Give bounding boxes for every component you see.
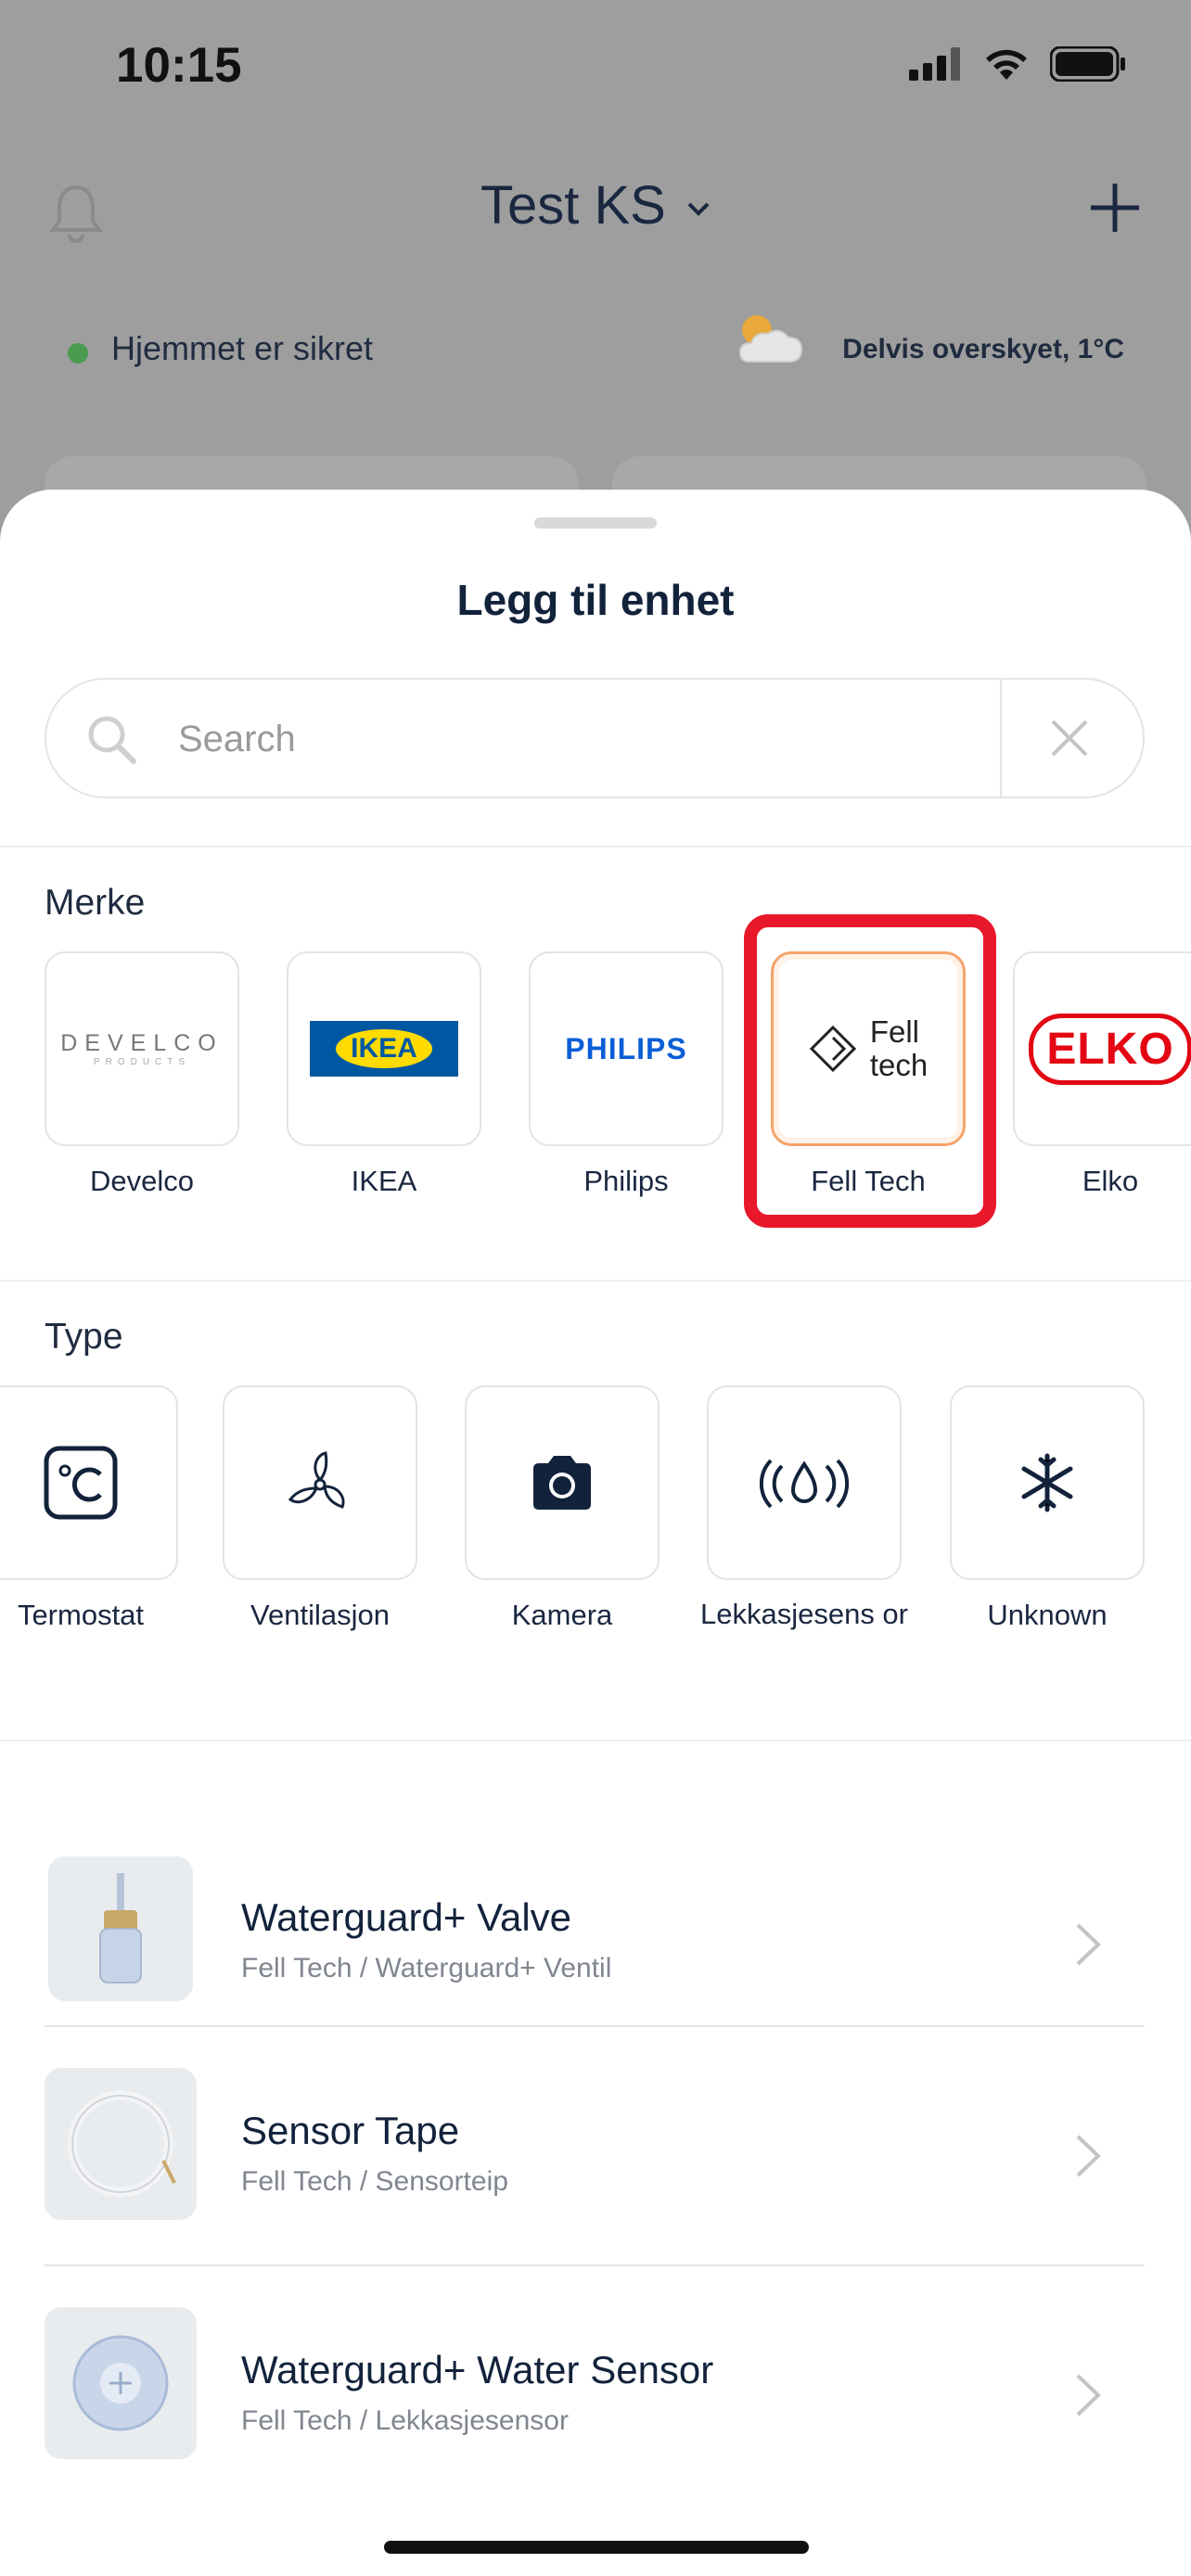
type-label-ventilasjon: Ventilasjon xyxy=(250,1599,390,1631)
add-device-sheet: Legg til enhet Merke DEVELCO PRODUCTS De… xyxy=(0,490,1191,2576)
ikea-logo: IKEA xyxy=(310,1021,458,1077)
weather-text: Delvis overskyet, 1°C xyxy=(842,334,1124,364)
status-dot xyxy=(68,343,88,363)
status-time: 10:15 xyxy=(116,38,242,93)
divider xyxy=(0,1740,1191,1741)
valve-image xyxy=(99,1873,142,1983)
brand-label-ikea: IKEA xyxy=(351,1165,417,1197)
type-tile-termostat[interactable] xyxy=(0,1385,178,1580)
type-label-termostat: Termostat xyxy=(17,1599,145,1631)
elko-logo: ELKO xyxy=(1029,1013,1191,1085)
water-sensor-image xyxy=(72,2335,169,2431)
type-label-lekkasjesensor: Lekkasjesens or xyxy=(699,1598,908,1630)
status-icons xyxy=(909,46,1126,82)
brand-list: DEVELCO PRODUCTS Develco IKEA IKEA PHILI… xyxy=(0,490,1191,1231)
thermostat-icon xyxy=(44,1446,118,1520)
signal-icon xyxy=(909,47,960,81)
type-label-kamera: Kamera xyxy=(511,1599,613,1631)
chevron-down-icon xyxy=(687,202,710,216)
brand-tile-ikea[interactable]: IKEA xyxy=(287,951,481,1146)
home-status: Hjemmet er sikret xyxy=(111,329,374,367)
home-name: Test KS xyxy=(480,175,666,236)
brand-label-philips: Philips xyxy=(583,1165,669,1197)
battery-icon xyxy=(1050,46,1125,82)
type-tile-kamera[interactable] xyxy=(465,1385,660,1580)
wifi-icon xyxy=(986,49,1027,80)
type-tile-unknown[interactable] xyxy=(950,1385,1145,1580)
add-icon[interactable] xyxy=(1087,180,1143,236)
brand-tile-develco[interactable]: DEVELCO PRODUCTS xyxy=(45,951,239,1146)
product-thumbnail xyxy=(45,2307,197,2459)
brand-tile-elko[interactable]: ELKO xyxy=(1013,951,1191,1146)
selection-highlight xyxy=(744,914,996,1228)
product-subtitle: Fell Tech / Lekkasjesensor xyxy=(241,2405,569,2436)
list-item[interactable]: Waterguard+ Valve Fell Tech / Waterguard… xyxy=(0,1816,1191,2053)
list-item[interactable]: Waterguard+ Water Sensor Fell Tech / Lek… xyxy=(0,2268,1191,2506)
home-indicator xyxy=(384,2541,809,2554)
product-thumbnail xyxy=(48,1856,193,2001)
sensor-tape-image xyxy=(68,2091,176,2197)
product-name: Waterguard+ Water Sensor xyxy=(241,2348,714,2391)
snowflake-icon xyxy=(1021,1453,1073,1512)
type-tile-ventilasjon[interactable] xyxy=(223,1385,417,1580)
develco-logo: DEVELCO PRODUCTS xyxy=(60,1030,223,1067)
product-thumbnail xyxy=(45,2068,197,2220)
brand-label-develco: Develco xyxy=(90,1165,194,1197)
chevron-right-icon xyxy=(1076,2135,1101,2177)
home-selector[interactable]: Test KS xyxy=(0,174,1191,236)
develco-logo-text: DEVELCO xyxy=(60,1030,224,1056)
develco-logo-sub: PRODUCTS xyxy=(93,1057,191,1067)
leak-sensor-icon xyxy=(760,1459,849,1509)
chevron-right-icon xyxy=(1076,2374,1101,2417)
partly-cloudy-icon xyxy=(738,315,803,363)
ikea-logo-text: IKEA xyxy=(336,1029,432,1068)
type-label-unknown: Unknown xyxy=(987,1599,1108,1631)
product-name: Sensor Tape xyxy=(241,2109,460,2152)
brand-tile-philips[interactable]: PHILIPS xyxy=(529,951,724,1146)
list-item[interactable]: Sensor Tape Fell Tech / Sensorteip xyxy=(0,2029,1191,2266)
chevron-right-icon xyxy=(1076,1923,1101,1966)
type-tile-lekkasjesensor[interactable] xyxy=(707,1385,902,1580)
list-divider xyxy=(45,2025,1145,2027)
camera-icon xyxy=(533,1456,591,1510)
product-name: Waterguard+ Valve xyxy=(241,1895,572,1939)
product-subtitle: Fell Tech / Waterguard+ Ventil xyxy=(241,1953,612,1983)
type-section-label: Type xyxy=(45,1317,123,1357)
product-subtitle: Fell Tech / Sensorteip xyxy=(241,2166,508,2197)
list-divider xyxy=(45,2264,1145,2266)
philips-logo: PHILIPS xyxy=(565,1031,687,1065)
brand-label-elko: Elko xyxy=(1082,1165,1139,1197)
divider xyxy=(0,1280,1191,1282)
fan-icon xyxy=(288,1451,345,1509)
